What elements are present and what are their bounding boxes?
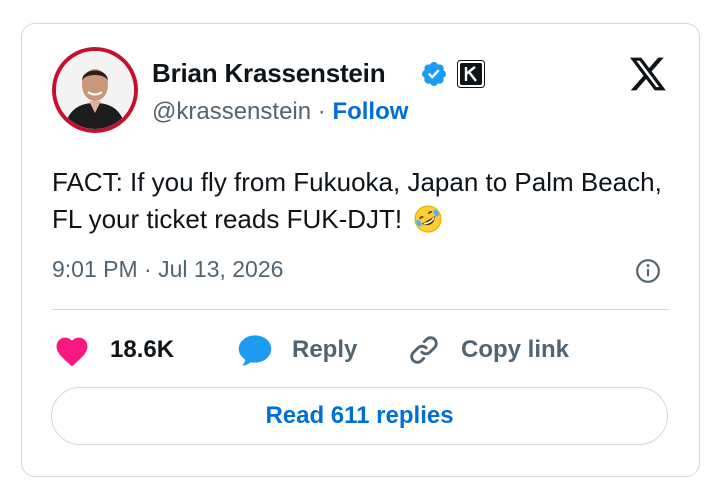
meta-separator: ·	[144, 256, 152, 282]
author-handle[interactable]: @krassenstein	[152, 98, 311, 125]
tweet-meta[interactable]: 9:01 PM · Jul 13, 2026	[52, 256, 283, 283]
heart-icon	[56, 337, 88, 367]
tweet-date: Jul 13, 2026	[158, 256, 284, 282]
reply-label: Reply	[292, 336, 358, 363]
handle-row: @krassenstein · Follow	[152, 98, 408, 126]
copy-link-button[interactable]: Copy link	[405, 333, 569, 367]
like-button[interactable]: 18.6K	[52, 333, 174, 367]
like-count: 18.6K	[110, 336, 175, 363]
avatar-photo	[56, 51, 134, 129]
copy-link-label: Copy link	[461, 336, 570, 363]
tweet-text-block: FACT: If you fly from Fukuoka, Japan to …	[52, 164, 672, 238]
rolling-on-floor-laughing-emoji	[414, 205, 442, 233]
author-name[interactable]: Brian Krassenstein	[152, 58, 386, 89]
link-icon	[410, 336, 438, 364]
verified-badge-icon	[422, 62, 446, 86]
separator-dot: ·	[317, 98, 326, 125]
divider	[52, 309, 669, 310]
info-icon[interactable]	[635, 258, 661, 284]
tweet-time: 9:01 PM	[52, 256, 138, 282]
read-replies-button[interactable]: Read 611 replies	[51, 387, 668, 445]
tweet-text: FACT: If you fly from Fukuoka, Japan to …	[52, 167, 662, 234]
follow-button[interactable]: Follow	[332, 98, 408, 125]
affiliate-badge-icon	[457, 60, 485, 88]
avatar[interactable]	[52, 47, 138, 133]
reply-bubble-icon	[238, 335, 272, 366]
read-replies-label: Read 611 replies	[265, 402, 454, 429]
x-logo-icon[interactable]	[628, 56, 668, 92]
reply-button[interactable]: Reply	[236, 333, 357, 367]
